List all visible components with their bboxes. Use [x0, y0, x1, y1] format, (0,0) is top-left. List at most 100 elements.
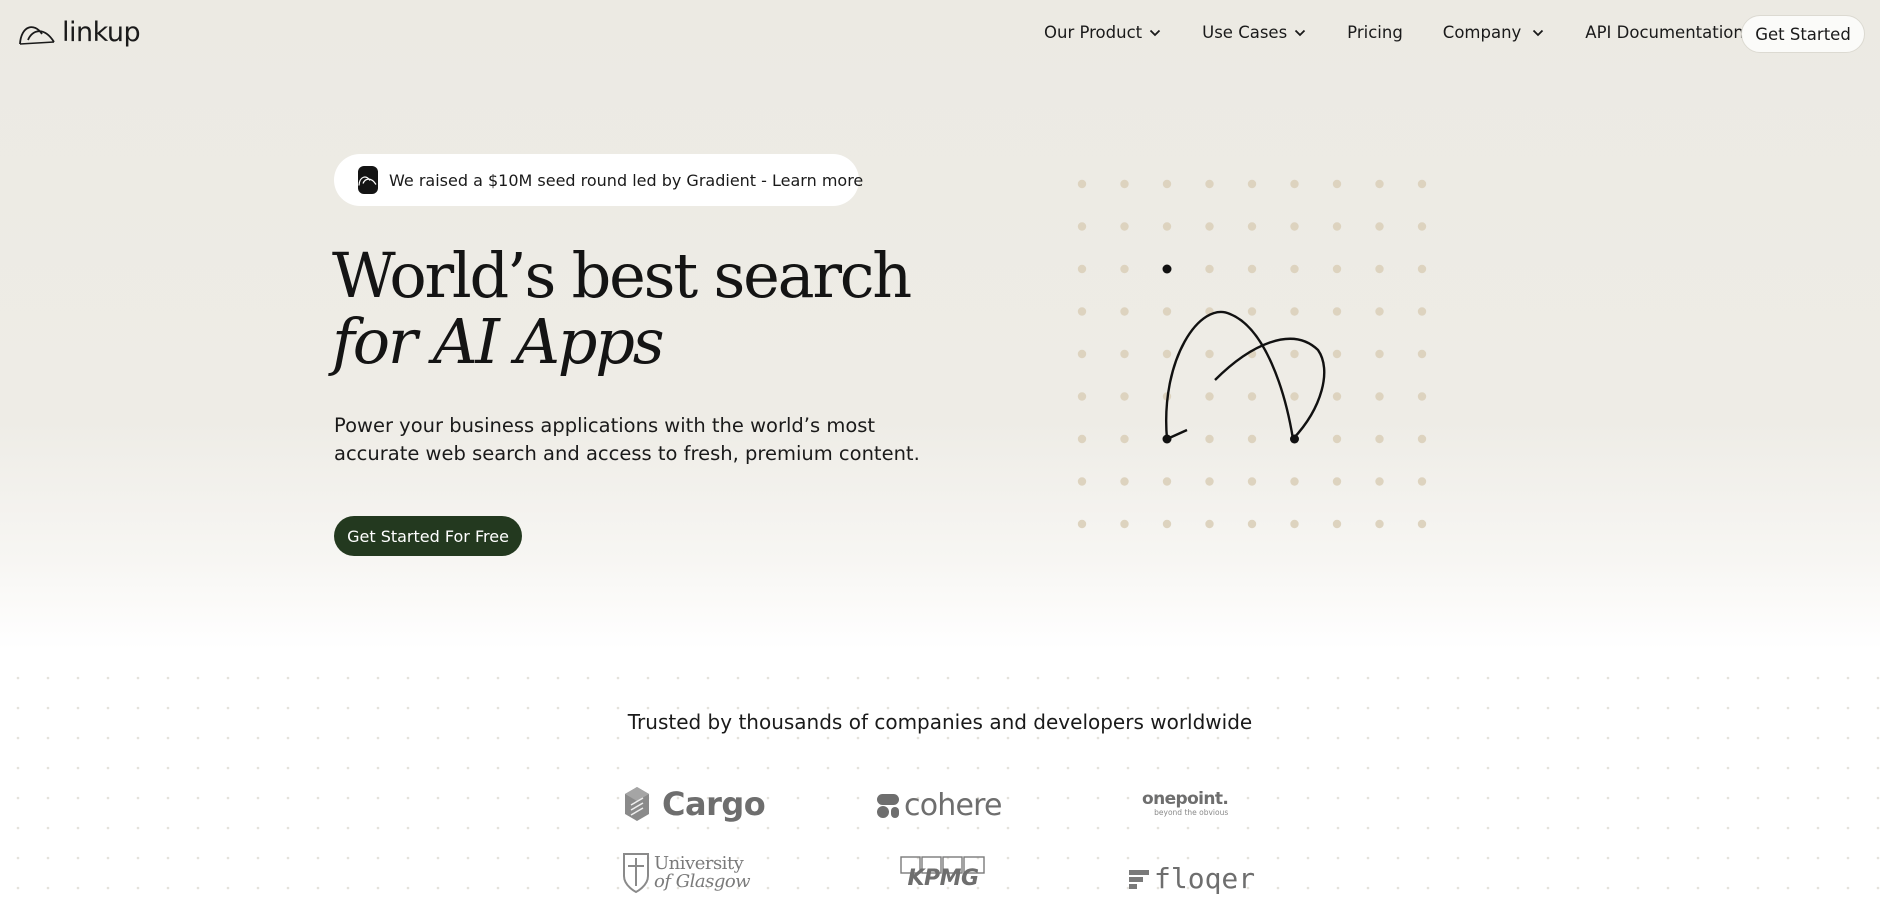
grid-dot — [1332, 434, 1342, 444]
background-dot — [1426, 676, 1430, 680]
background-dot — [376, 766, 380, 770]
grid-dot — [1375, 477, 1384, 486]
background-dot — [1036, 706, 1040, 710]
background-dot — [1576, 736, 1580, 740]
background-dot — [106, 706, 110, 710]
brand-logo[interactable]: linkup — [18, 16, 141, 50]
cargo-logo: Cargo — [622, 785, 766, 823]
grid-dot — [1120, 222, 1129, 231]
get-started-free-button[interactable]: Get Started For Free — [334, 516, 522, 556]
background-dot — [1666, 706, 1670, 710]
grid-dot — [1290, 519, 1299, 529]
background-dot — [1216, 706, 1220, 710]
background-dot — [1786, 706, 1790, 710]
background-dot — [1336, 706, 1340, 710]
background-dot — [586, 736, 590, 740]
grid-dot — [1205, 519, 1214, 529]
nav-item-pricing[interactable]: Pricing — [1347, 22, 1403, 44]
grid-dot — [1205, 264, 1214, 274]
grid-dot — [1120, 179, 1129, 189]
background-dot — [616, 706, 620, 710]
background-dot — [376, 736, 380, 740]
background-dot — [646, 706, 650, 710]
kpmg-logo-text: KPMG — [907, 866, 979, 891]
background-dot — [1546, 766, 1550, 770]
background-dot — [856, 766, 860, 770]
background-dot — [136, 676, 140, 680]
background-dot — [526, 706, 530, 710]
background-dot — [736, 676, 740, 680]
background-dot — [706, 766, 710, 770]
background-dot — [1126, 766, 1130, 770]
background-dot — [1336, 766, 1340, 770]
grid-dot — [1332, 477, 1342, 486]
grid-dot — [1162, 222, 1172, 231]
background-dot — [1516, 766, 1520, 770]
background-dot — [826, 736, 830, 740]
background-dot — [736, 736, 740, 740]
background-dot — [1096, 766, 1100, 770]
background-dot — [586, 766, 590, 770]
background-dot — [496, 676, 500, 680]
background-dot — [136, 706, 140, 710]
background-dot — [1696, 736, 1700, 740]
background-dot — [76, 736, 80, 740]
background-dot — [1456, 676, 1460, 680]
background-dot — [1816, 766, 1820, 770]
onepoint-logo: onepoint. beyond the obvious — [1142, 790, 1229, 818]
background-dot — [76, 706, 80, 710]
grid-dot — [1120, 349, 1129, 359]
nav-item-company[interactable]: Company — [1443, 22, 1545, 44]
grid-dot — [1375, 519, 1384, 529]
nav-item-our-product[interactable]: Our Product — [1044, 22, 1161, 44]
arc-line — [1214, 337, 1326, 440]
nav-item-use-cases[interactable]: Use Cases — [1202, 22, 1306, 44]
background-dot — [346, 706, 350, 710]
background-dot — [1066, 766, 1070, 770]
background-dot — [1186, 766, 1190, 770]
grid-dot — [1077, 392, 1087, 401]
background-dot — [1876, 706, 1880, 710]
grid-dot — [1077, 349, 1087, 359]
background-dot — [1306, 766, 1310, 770]
top-nav: linkup Our Product Use Cases Pricing Com… — [0, 0, 1880, 68]
background-dot — [1366, 766, 1370, 770]
background-dot — [106, 676, 110, 680]
background-dot — [286, 706, 290, 710]
background-dot — [1726, 676, 1730, 680]
announcement-banner[interactable]: We raised a $10M seed round led by Gradi… — [334, 154, 863, 206]
linkup-arc-icon — [19, 26, 55, 45]
background-dot — [16, 706, 20, 710]
get-started-button[interactable]: Get Started — [1741, 15, 1865, 53]
background-dot — [766, 676, 770, 680]
background-dot — [1036, 676, 1040, 680]
grid-dot — [1247, 477, 1257, 486]
background-dot — [766, 766, 770, 770]
background-dot — [1696, 676, 1700, 680]
background-dot — [1666, 676, 1670, 680]
background-dot — [1636, 736, 1640, 740]
background-dot — [1576, 676, 1580, 680]
grid-dot — [1077, 179, 1087, 189]
nav-item-label: Use Cases — [1202, 23, 1288, 42]
background-dot — [1606, 736, 1610, 740]
cohere-mark-icon — [877, 793, 899, 818]
brand-name: linkup — [62, 17, 141, 48]
grid-dot — [1205, 222, 1214, 231]
background-dot — [796, 676, 800, 680]
nav-item-api-documentation[interactable]: API Documentation — [1585, 22, 1744, 44]
background-dot — [286, 676, 290, 680]
background-dot — [346, 766, 350, 770]
grid-dot — [1290, 477, 1299, 486]
background-dot — [1636, 706, 1640, 710]
background-dot — [1756, 706, 1760, 710]
background-dot — [1486, 676, 1490, 680]
grid-dot — [1375, 392, 1384, 401]
background-dot — [886, 676, 890, 680]
background-dot — [46, 676, 50, 680]
grid-dot — [1332, 349, 1342, 359]
background-dot — [496, 736, 500, 740]
background-dot — [886, 706, 890, 710]
background-dot — [1516, 676, 1520, 680]
background-dot — [1276, 766, 1280, 770]
